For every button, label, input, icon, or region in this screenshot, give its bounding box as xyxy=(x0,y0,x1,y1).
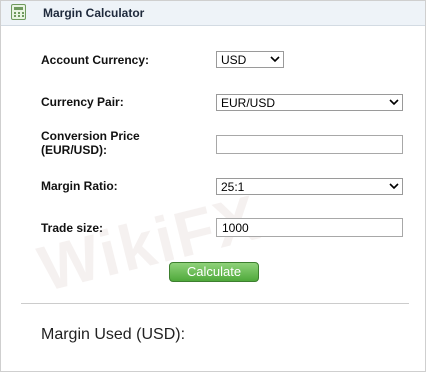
calculator-form: WikiFX Account Currency: USD Currency Pa… xyxy=(7,26,419,366)
title-bar: Margin Calculator xyxy=(1,1,425,26)
conversion-price-input[interactable] xyxy=(216,135,403,154)
calculator-icon xyxy=(11,4,26,20)
account-currency-value: USD xyxy=(221,53,247,67)
account-currency-label: Account Currency: xyxy=(41,53,150,67)
margin-ratio-select[interactable]: 25:1 xyxy=(216,178,403,195)
trade-size-input[interactable] xyxy=(216,218,403,237)
margin-ratio-value: 25:1 xyxy=(221,180,245,194)
currency-pair-value: EUR/USD xyxy=(221,96,276,110)
window-title: Margin Calculator xyxy=(43,6,145,20)
currency-pair-label: Currency Pair: xyxy=(41,95,124,109)
margin-used-label: Margin Used (USD): xyxy=(41,326,186,343)
account-currency-select[interactable]: USD xyxy=(216,51,284,68)
conversion-price-label-line1: Conversion Price xyxy=(41,129,140,143)
currency-pair-select[interactable]: EUR/USD xyxy=(216,94,403,111)
calculate-button[interactable]: Calculate xyxy=(169,262,259,282)
divider xyxy=(21,303,409,304)
chevron-down-icon xyxy=(389,183,399,190)
margin-calculator-window: Margin Calculator WikiFX Account Currenc… xyxy=(0,0,426,372)
chevron-down-icon xyxy=(389,99,399,106)
conversion-price-label: Conversion Price (EUR/USD): xyxy=(41,129,140,157)
conversion-price-label-line2: (EUR/USD): xyxy=(41,143,107,157)
watermark: WikiFX xyxy=(31,180,268,306)
chevron-down-icon xyxy=(270,56,280,63)
trade-size-label: Trade size: xyxy=(41,221,104,235)
margin-ratio-label: Margin Ratio: xyxy=(41,179,118,193)
